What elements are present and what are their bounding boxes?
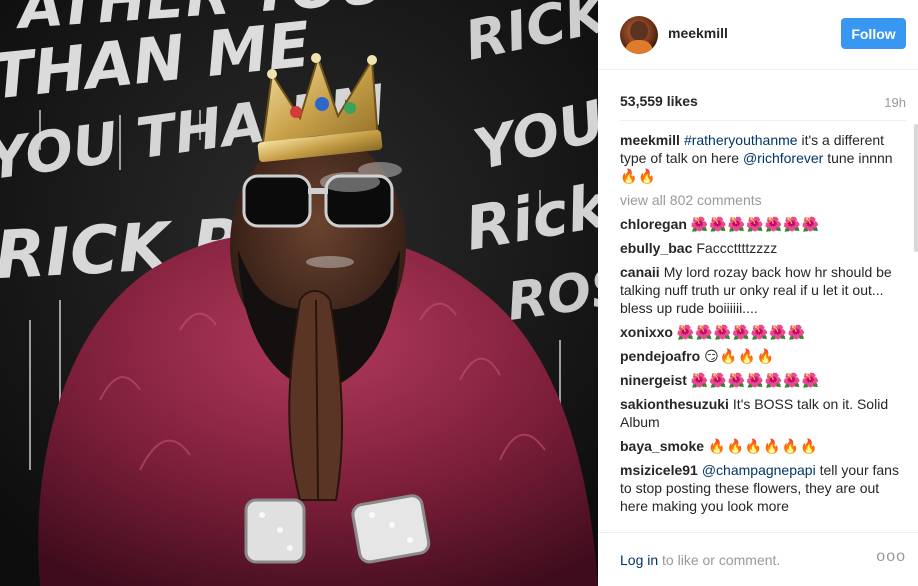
avatar[interactable] bbox=[620, 16, 658, 54]
comment-item: sakionthesuzuki It's BOSS talk on it. Sol… bbox=[620, 395, 910, 431]
comment-item: ebully_bac Facccttttzzzz bbox=[620, 239, 910, 257]
comment-item: ninergeist 🌺🌺🌺🌺🌺🌺🌺 bbox=[620, 371, 910, 389]
caption-text-2: tune innnn bbox=[823, 150, 893, 166]
post-image-artwork: ATHER YOU THAN ME YOU THAN M RICK ROS RI… bbox=[0, 0, 598, 586]
comment-username[interactable]: msizicele91 bbox=[620, 462, 698, 478]
likes-count[interactable]: 53,559 likes bbox=[620, 93, 698, 109]
comment-text: 🌺🌺🌺🌺🌺🌺🌺 bbox=[676, 324, 806, 340]
comment-username[interactable]: ebully_bac bbox=[620, 240, 692, 256]
comment-username[interactable]: ninergeist bbox=[620, 372, 687, 388]
comment-username[interactable]: baya_smoke bbox=[620, 438, 704, 454]
follow-button[interactable]: Follow bbox=[841, 18, 906, 49]
comment-text: 😏🔥🔥🔥 bbox=[704, 348, 776, 364]
divider bbox=[620, 120, 906, 121]
login-prompt-text: to like or comment. bbox=[658, 552, 781, 568]
comment-username[interactable]: canaii bbox=[620, 264, 660, 280]
comment-mention[interactable]: @champagnepapi bbox=[702, 462, 816, 478]
post-footer: Log in to like or comment. ooo bbox=[598, 532, 918, 586]
post-time[interactable]: 19h bbox=[884, 95, 906, 110]
username-link[interactable]: meekmill bbox=[668, 25, 728, 41]
login-link[interactable]: Log in bbox=[620, 552, 658, 568]
post-image[interactable]: ATHER YOU THAN ME YOU THAN M RICK ROS RI… bbox=[0, 0, 598, 586]
comment-text: 🔥🔥🔥🔥🔥🔥 bbox=[708, 438, 819, 454]
comment-text: My lord rozay back how hr should be talk… bbox=[620, 264, 892, 316]
comment-text: 🌺🌺🌺🌺🌺🌺🌺 bbox=[690, 216, 820, 232]
comment-item: canaii My lord rozay back how hr should b… bbox=[620, 263, 910, 317]
comment-username[interactable]: chloregan bbox=[620, 216, 687, 232]
comment-username[interactable]: xonixxo bbox=[620, 324, 673, 340]
comment-item: pendejoafro 😏🔥🔥🔥 bbox=[620, 347, 910, 365]
comment-item: baya_smoke 🔥🔥🔥🔥🔥🔥 bbox=[620, 437, 910, 455]
caption-username[interactable]: meekmill bbox=[620, 132, 680, 148]
post-detail-panel: meekmill Follow 53,559 likes 19h meekmil… bbox=[598, 0, 918, 586]
login-prompt: Log in to like or comment. bbox=[620, 552, 780, 568]
caption-hashtag[interactable]: #ratheryouthanme bbox=[684, 132, 798, 148]
comment-text: 🌺🌺🌺🌺🌺🌺🌺 bbox=[690, 372, 820, 388]
comment-username[interactable]: sakionthesuzuki bbox=[620, 396, 729, 412]
comment-item: chloregan 🌺🌺🌺🌺🌺🌺🌺 bbox=[620, 215, 910, 233]
comment-item: xonixxo 🌺🌺🌺🌺🌺🌺🌺 bbox=[620, 323, 910, 341]
more-options-icon[interactable]: ooo bbox=[876, 548, 906, 566]
comment-item: msizicele91 @champagnepapi tell your fans… bbox=[620, 461, 910, 515]
avatar-photo-icon bbox=[624, 21, 654, 54]
comments-scrollbar[interactable] bbox=[914, 124, 918, 252]
likes-row: 53,559 likes 19h bbox=[620, 93, 906, 113]
caption-emoji: 🔥🔥 bbox=[620, 168, 657, 184]
post-header: meekmill Follow bbox=[598, 0, 918, 70]
view-all-comments-link[interactable]: view all 802 comments bbox=[620, 191, 910, 209]
comment-username[interactable]: pendejoafro bbox=[620, 348, 700, 364]
caption-mention[interactable]: @richforever bbox=[743, 150, 823, 166]
caption: meekmill #ratheryouthanme it's a differen… bbox=[620, 131, 910, 185]
comments-list[interactable]: meekmill #ratheryouthanme it's a differen… bbox=[620, 131, 910, 525]
comment-text: Facccttttzzzz bbox=[696, 240, 778, 256]
